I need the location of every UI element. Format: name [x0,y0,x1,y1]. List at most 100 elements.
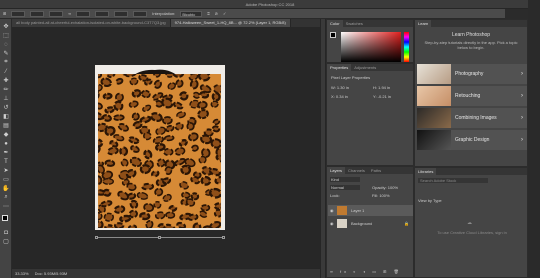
path-select-tool-icon[interactable]: ➤ [2,167,10,174]
pen-tool-icon[interactable]: ✒ [2,149,10,156]
gradient-tool-icon[interactable]: ▤ [2,122,10,129]
learn-card-combining-images[interactable]: Combining Images › [417,108,527,128]
leopard-spot [186,122,195,131]
leopard-spot [98,220,104,228]
learn-card-graphic-design[interactable]: Graphic Design › [417,130,527,150]
tab-layers[interactable]: Layers [327,167,346,174]
leopard-spot [129,199,139,209]
leopard-spot [102,92,113,100]
leopard-spot [102,188,112,197]
learn-heading: Learn Photoshop [451,32,491,38]
learn-card-photography[interactable]: Photography › [417,64,527,84]
tab-color[interactable]: Color [327,20,343,27]
chevron-right-icon: › [521,115,523,121]
leopard-spot [113,205,126,214]
screen-mode-icon[interactable]: ▢ [2,238,10,245]
cancel-icon[interactable]: ⊘ [215,11,218,16]
reference-y-field[interactable] [30,10,45,17]
layer-row-layer-1[interactable]: ◉ Layer 1 [328,205,413,216]
leopard-spot [136,191,149,200]
quick-select-tool-icon[interactable]: ✎ [2,50,10,57]
fill-field[interactable]: Fill: 100% [372,193,390,198]
libraries-search-input[interactable]: Search Adobe Stock [418,178,488,183]
foreground-color-swatch[interactable] [2,215,8,221]
shape-tool-icon[interactable]: ▭ [2,176,10,183]
card-label: Graphic Design [455,137,490,143]
blend-mode-select[interactable]: Normal [330,185,360,190]
zoom-tool-icon[interactable]: ⌕ [2,194,10,201]
leopard-spot [209,221,221,228]
visibility-eye-icon[interactable]: ◉ [330,208,334,213]
leopard-spot [210,138,221,149]
history-brush-tool-icon[interactable]: ↺ [2,104,10,111]
leopard-spot [189,79,199,90]
link-icon[interactable]: ∞ [68,11,71,16]
leopard-spot [163,135,175,142]
height-field[interactable] [76,10,91,17]
layer-row-background[interactable]: ◉ Background 🔒 [328,218,413,229]
layer-actions-icons[interactable]: ∞ fx ◐ ◑ ▭ ⊞ 🗑 [330,269,412,274]
transform-icon[interactable]: ⊞ [3,11,6,16]
tab-libraries[interactable]: Libraries [415,168,437,175]
combining-thumbnail [417,108,451,128]
stamp-tool-icon[interactable]: ⊥ [2,95,10,102]
leopard-spot [191,144,199,152]
leopard-spot [176,111,186,119]
foreground-color-chip[interactable] [330,32,336,38]
leopard-spot [211,125,221,133]
transform-handle-bottom-left[interactable] [95,236,98,239]
layer-filter-select[interactable]: Kind [330,177,360,182]
eraser-tool-icon[interactable]: ◧ [2,113,10,120]
card-label: Combining Images [455,115,497,121]
document-tab-1[interactable]: all body painted-all at-cheerful-exhalat… [12,19,171,27]
y-value[interactable]: Y: -0.21 in [373,94,391,99]
width-field[interactable] [49,10,64,17]
commit-icon[interactable]: ✓ [223,11,226,16]
color-panel: Color Swatches [326,19,414,63]
doc-size[interactable]: Doc: 5.93M/5.93M [35,271,68,276]
skew-h-field[interactable] [114,10,129,17]
learn-card-retouching[interactable]: Retouching › [417,86,527,106]
hand-tool-icon[interactable]: ✋ [2,185,10,192]
transform-handle-bottom-center[interactable] [158,236,161,239]
height-value[interactable]: H: 1.94 in [373,85,390,90]
eyedropper-tool-icon[interactable]: ⁄ [2,68,10,75]
layer-name[interactable]: Background [351,221,372,226]
document-tab-2[interactable]: 974-Halloween_Sweet_1-HQ_8B... @ 72.2% (… [170,19,291,27]
interpolation-select[interactable]: Bicubic [180,10,203,17]
width-value[interactable]: W: 1.30 in [331,85,349,90]
brush-tool-icon[interactable]: ✏ [2,86,10,93]
layer-name[interactable]: Layer 1 [351,208,364,213]
more-tools-icon[interactable]: ⋯ [2,203,10,210]
tab-swatches[interactable]: Swatches [343,20,366,27]
crop-tool-icon[interactable]: ⌗ [2,59,10,66]
leopard-print-layer[interactable] [98,74,221,228]
opacity-field[interactable]: Opacity: 100% [372,185,398,190]
blur-tool-icon[interactable]: ◆ [2,131,10,138]
leopard-spot [197,100,208,110]
quick-mask-icon[interactable]: ◘ [2,229,10,236]
tab-properties[interactable]: Properties [327,64,352,71]
hue-slider[interactable] [404,32,409,62]
dodge-tool-icon[interactable]: ● [2,140,10,147]
warp-icon[interactable]: ⌗ [207,11,209,16]
marquee-tool-icon[interactable]: ⬚ [2,32,10,39]
leopard-spot [175,79,184,88]
tab-learn[interactable]: Learn [415,20,432,27]
visibility-eye-icon[interactable]: ◉ [330,221,334,226]
reference-x-field[interactable] [11,10,26,17]
zoom-level[interactable]: 33.33% [15,271,29,276]
tab-adjustments[interactable]: Adjustments [351,64,379,71]
healing-tool-icon[interactable]: ✚ [2,77,10,84]
transform-handle-bottom-right[interactable] [222,236,225,239]
type-tool-icon[interactable]: T [2,158,10,165]
skew-v-field[interactable] [133,10,148,17]
tab-channels[interactable]: Channels [345,167,368,174]
lasso-tool-icon[interactable]: ◌ [2,41,10,48]
move-tool-icon[interactable]: ✥ [2,23,10,30]
view-by-type-select[interactable]: View by Type [418,198,442,203]
tab-paths[interactable]: Paths [368,167,384,174]
color-field[interactable] [341,32,401,62]
rotate-field[interactable] [95,10,110,17]
x-value[interactable]: X: 0.34 in [331,94,348,99]
